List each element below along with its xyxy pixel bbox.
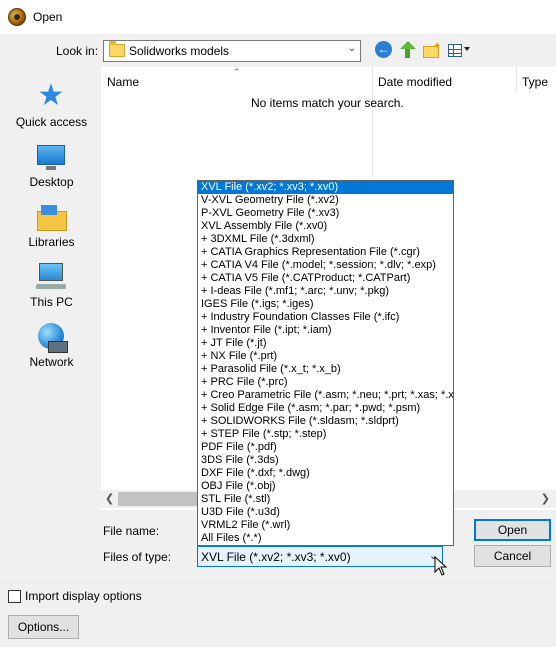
files-of-type-label: Files of type: (103, 550, 172, 564)
file-type-option[interactable]: + CATIA V4 File (*.model; *.session; *.d… (198, 259, 453, 272)
files-of-type-value: XVL File (*.xv2; *.xv3; *.xv0) (201, 550, 351, 564)
file-type-option[interactable]: STL File (*.stl) (198, 493, 453, 506)
place-this-pc[interactable]: This PC (5, 255, 98, 313)
views-menu-icon[interactable] (447, 41, 473, 61)
scroll-left-icon[interactable]: ❮ (105, 492, 114, 505)
import-display-options-label: Import display options (25, 589, 142, 603)
sort-ascending-icon: ⌃ (233, 67, 241, 77)
file-type-option[interactable]: + CATIA V5 File (*.CATProduct; *.CATPart… (198, 272, 453, 285)
chevron-down-icon: ⌄ (347, 43, 356, 54)
folder-icon (109, 41, 125, 57)
file-type-option[interactable]: + PRC File (*.prc) (198, 376, 453, 389)
quick-access-star-icon: ★ (37, 79, 65, 112)
libraries-icon (35, 201, 67, 233)
file-type-option[interactable]: + STEP File (*.stp; *.step) (198, 428, 453, 441)
file-type-option[interactable]: All Files (*.*) (198, 532, 453, 545)
options-button[interactable]: Options... (8, 615, 79, 639)
file-type-option[interactable]: 3DS File (*.3ds) (198, 454, 453, 467)
divider (0, 582, 556, 583)
file-type-option[interactable]: VRML2 File (*.wrl) (198, 519, 453, 532)
look-in-dropdown[interactable]: Solidworks models ⌄ (103, 40, 361, 62)
back-arrow-icon[interactable]: ← (375, 41, 395, 61)
place-label: Network (29, 355, 74, 369)
file-type-option[interactable]: + SOLIDWORKS File (*.sldasm; *.sldprt) (198, 415, 453, 428)
empty-message: No items match your search. (251, 96, 404, 110)
file-type-option[interactable]: IGES File (*.igs; *.iges) (198, 298, 453, 311)
up-folder-icon[interactable] (399, 41, 419, 61)
column-header-type[interactable]: Type (522, 75, 548, 89)
file-type-option[interactable]: P-XVL Geometry File (*.xv3) (198, 207, 453, 220)
file-type-option[interactable]: + 3DXML File (*.3dxml) (198, 233, 453, 246)
place-label: Quick access (15, 115, 88, 129)
title-bar: Open (0, 0, 556, 34)
file-type-option[interactable]: + Industry Foundation Classes File (*.if… (198, 311, 453, 324)
column-header-name[interactable]: Name (107, 75, 139, 89)
place-quick-access[interactable]: ★ Quick access (5, 75, 98, 133)
place-label: Desktop (29, 175, 74, 189)
places-bar: ★ Quick access Desktop Libraries This PC… (5, 67, 98, 507)
import-display-options-row[interactable]: Import display options (8, 589, 142, 603)
file-type-option[interactable]: XVL File (*.xv2; *.xv3; *.xv0) (198, 181, 453, 194)
file-type-option[interactable]: XVL Assembly File (*.xv0) (198, 220, 453, 233)
cancel-button[interactable]: Cancel (474, 545, 551, 567)
place-network[interactable]: Network (5, 315, 98, 373)
window-title: Open (33, 10, 63, 24)
open-button[interactable]: Open (474, 519, 551, 541)
app-logo-icon (8, 8, 26, 26)
import-display-options-checkbox[interactable] (8, 589, 21, 603)
file-type-option[interactable]: U3D File (*.u3d) (198, 506, 453, 519)
file-type-option[interactable]: + NX File (*.prt) (198, 350, 453, 363)
file-type-option[interactable]: DXF File (*.dxf; *.dwg) (198, 467, 453, 480)
column-divider[interactable] (516, 67, 517, 91)
file-type-option[interactable]: + Solid Edge File (*.asm; *.par; *.pwd; … (198, 402, 453, 415)
place-desktop[interactable]: Desktop (5, 135, 98, 193)
column-divider[interactable] (372, 67, 373, 177)
files-of-type-dropdown[interactable]: XVL File (*.xv2; *.xv3; *.xv0) ⌄ (197, 546, 443, 567)
file-type-option[interactable]: + I-deas File (*.mf1; *.arc; *.unv; *.pk… (198, 285, 453, 298)
file-type-list[interactable]: XVL File (*.xv2; *.xv3; *.xv0) V-XVL Geo… (197, 180, 454, 546)
network-icon (35, 321, 68, 353)
file-type-option[interactable]: + JT File (*.jt) (198, 337, 453, 350)
file-type-option[interactable]: + CATIA Graphics Representation File (*.… (198, 246, 453, 259)
file-type-option[interactable]: + Parasolid File (*.x_t; *.x_b) (198, 363, 453, 376)
scroll-right-icon[interactable]: ❯ (541, 492, 550, 505)
column-header-date-modified[interactable]: Date modified (378, 75, 452, 89)
look-in-label: Look in: (56, 44, 99, 58)
this-pc-icon (35, 261, 67, 293)
new-folder-icon[interactable]: ✦ (422, 41, 442, 61)
file-name-label: File name: (103, 524, 160, 538)
file-type-option[interactable]: OBJ File (*.obj) (198, 480, 453, 493)
place-label: This PC (30, 295, 73, 309)
file-type-option[interactable]: + Creo Parametric File (*.asm; *.neu; *.… (198, 389, 453, 402)
file-type-option[interactable]: PDF File (*.pdf) (198, 441, 453, 454)
file-type-option[interactable]: + Inventor File (*.ipt; *.iam) (198, 324, 453, 337)
place-libraries[interactable]: Libraries (5, 195, 98, 253)
look-in-value: Solidworks models (129, 44, 230, 58)
place-label: Libraries (28, 235, 75, 249)
file-type-option[interactable]: V-XVL Geometry File (*.xv2) (198, 194, 453, 207)
desktop-icon (35, 141, 67, 173)
